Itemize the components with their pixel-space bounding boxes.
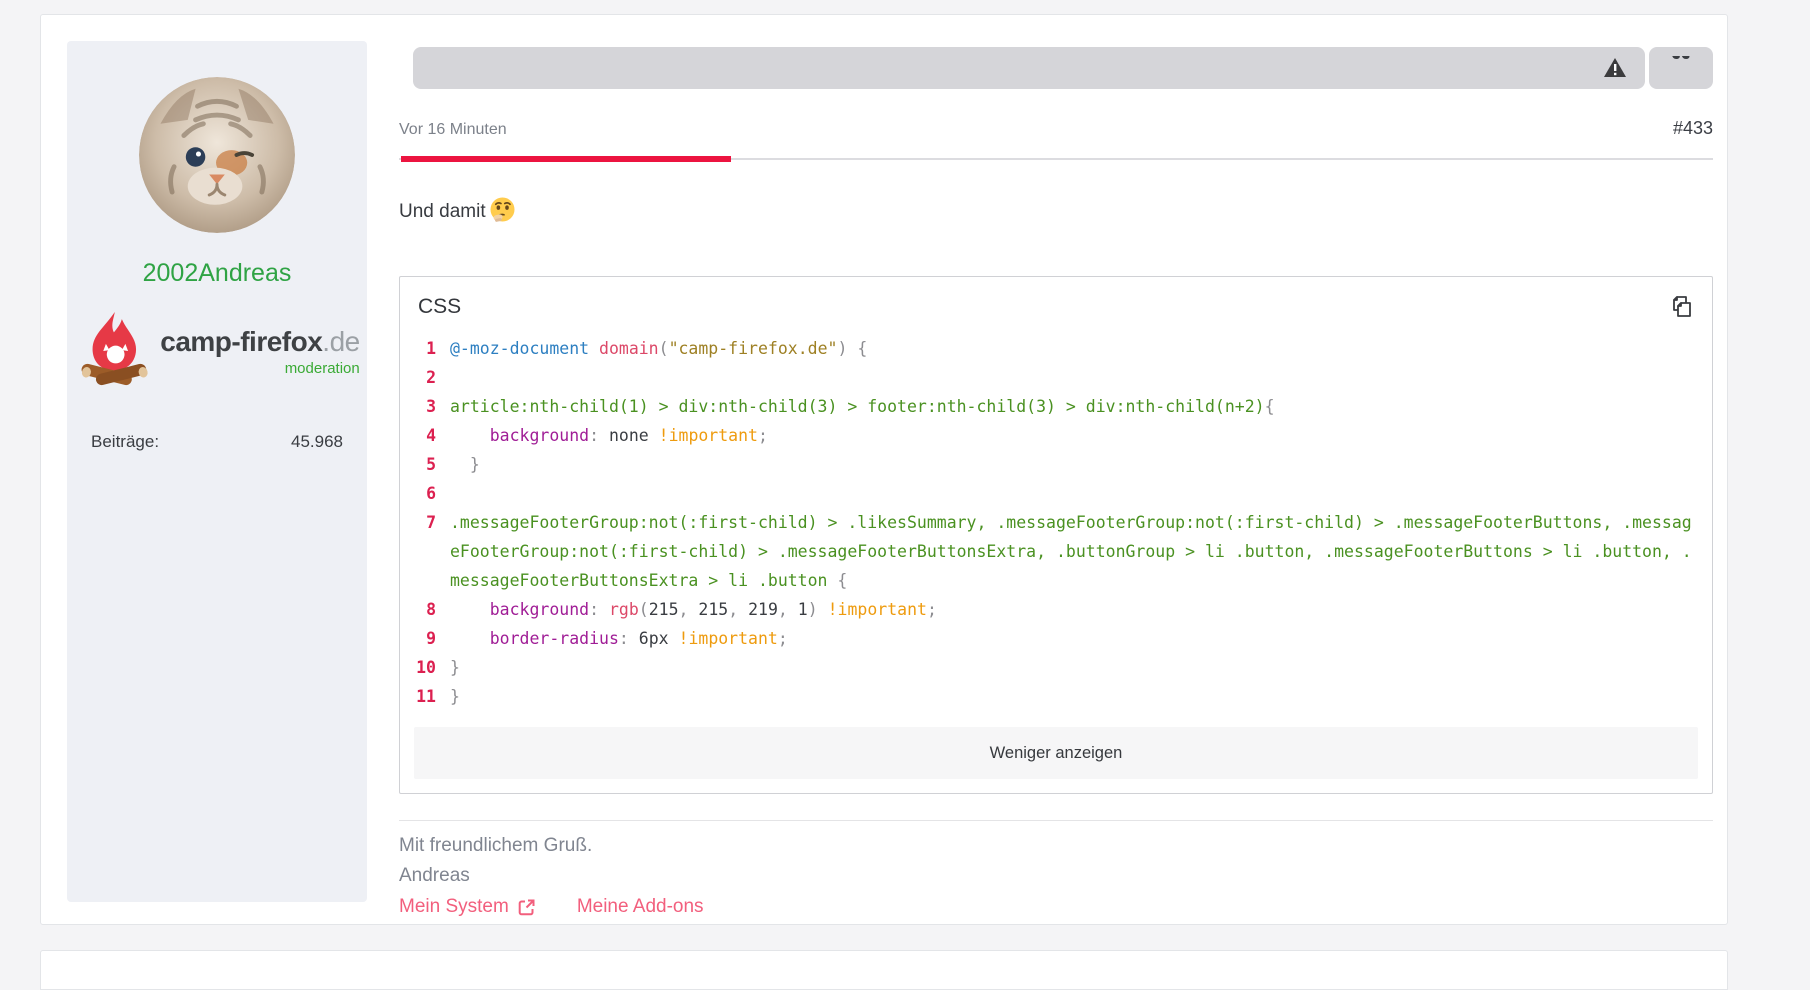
code-line: 4 background: none !important;	[426, 426, 768, 445]
code-line: 3 article:nth-child(1) > div:nth-child(3)…	[426, 397, 1275, 416]
brand-wordmark: camp-firefox.de	[160, 326, 360, 357]
post-count-row: Beiträge: 45.968	[67, 432, 367, 452]
code-line: 5 }	[426, 455, 480, 474]
code-line: 6	[426, 484, 436, 503]
next-post-card	[40, 950, 1728, 990]
code-lines: 1 @-moz-document domain("camp-firefox.de"…	[400, 330, 1712, 717]
read-progress-bar	[399, 156, 1713, 164]
user-sidebar: 2002Andreas camp-firefox.de moderation B…	[67, 41, 367, 902]
signature: Mit freundlichem Gruß. Andreas Mein Syst…	[399, 831, 1713, 922]
kitten-avatar-image	[139, 77, 295, 233]
post-count-label: Beiträge:	[91, 432, 160, 451]
code-language-label: CSS	[418, 295, 462, 318]
code-line: 8 background: rgb(215, 215, 219, 1) !imp…	[426, 600, 937, 619]
code-line: 2	[426, 368, 436, 387]
user-role-label: moderation	[284, 360, 360, 377]
external-link-icon	[518, 899, 535, 915]
code-line: 11}	[416, 687, 460, 706]
post-timestamp[interactable]: Vor 16 Minuten	[399, 121, 507, 139]
user-avatar[interactable]	[139, 77, 295, 233]
thinking-face-emoji	[490, 197, 515, 222]
signature-name: Andreas	[399, 865, 470, 886]
signature-greeting: Mit freundlichem Gruß.	[399, 835, 593, 856]
post-count-value[interactable]: 45.968	[291, 432, 343, 452]
warning-icon[interactable]	[1603, 57, 1627, 79]
post-toolbar: “	[413, 47, 1713, 89]
code-block: CSS 1 @-moz-document domain("camp-firefox…	[399, 276, 1713, 794]
mein-system-link[interactable]: Mein System	[399, 892, 537, 922]
forum-post-card: 2002Andreas camp-firefox.de moderation B…	[40, 14, 1728, 925]
code-line: 10}	[416, 658, 460, 677]
username-link[interactable]: 2002Andreas	[143, 259, 292, 288]
copy-pages-icon	[1673, 296, 1691, 317]
meine-addons-link[interactable]: Meine Add-ons	[577, 892, 704, 922]
progress-fill	[401, 156, 731, 162]
campfire-flame-icon	[81, 312, 148, 386]
signature-divider	[399, 820, 1713, 821]
code-line: 7 .messageFooterGroup:not(:first-child) >…	[426, 513, 1692, 590]
post-body-text: Und damit	[399, 194, 1713, 229]
code-line: 9 border-radius: 6px !important;	[426, 629, 788, 648]
collapse-code-button[interactable]: Weniger anzeigen	[414, 727, 1698, 779]
quote-button[interactable]: “	[1649, 47, 1713, 89]
quote-icon: “	[1670, 56, 1692, 80]
code-line: 1 @-moz-document domain("camp-firefox.de"…	[426, 339, 868, 358]
copy-code-button[interactable]	[1668, 294, 1694, 320]
report-bar[interactable]	[413, 47, 1645, 89]
user-rank-badge: camp-firefox.de moderation	[74, 310, 360, 392]
post-number-link[interactable]: #433	[1673, 118, 1713, 139]
